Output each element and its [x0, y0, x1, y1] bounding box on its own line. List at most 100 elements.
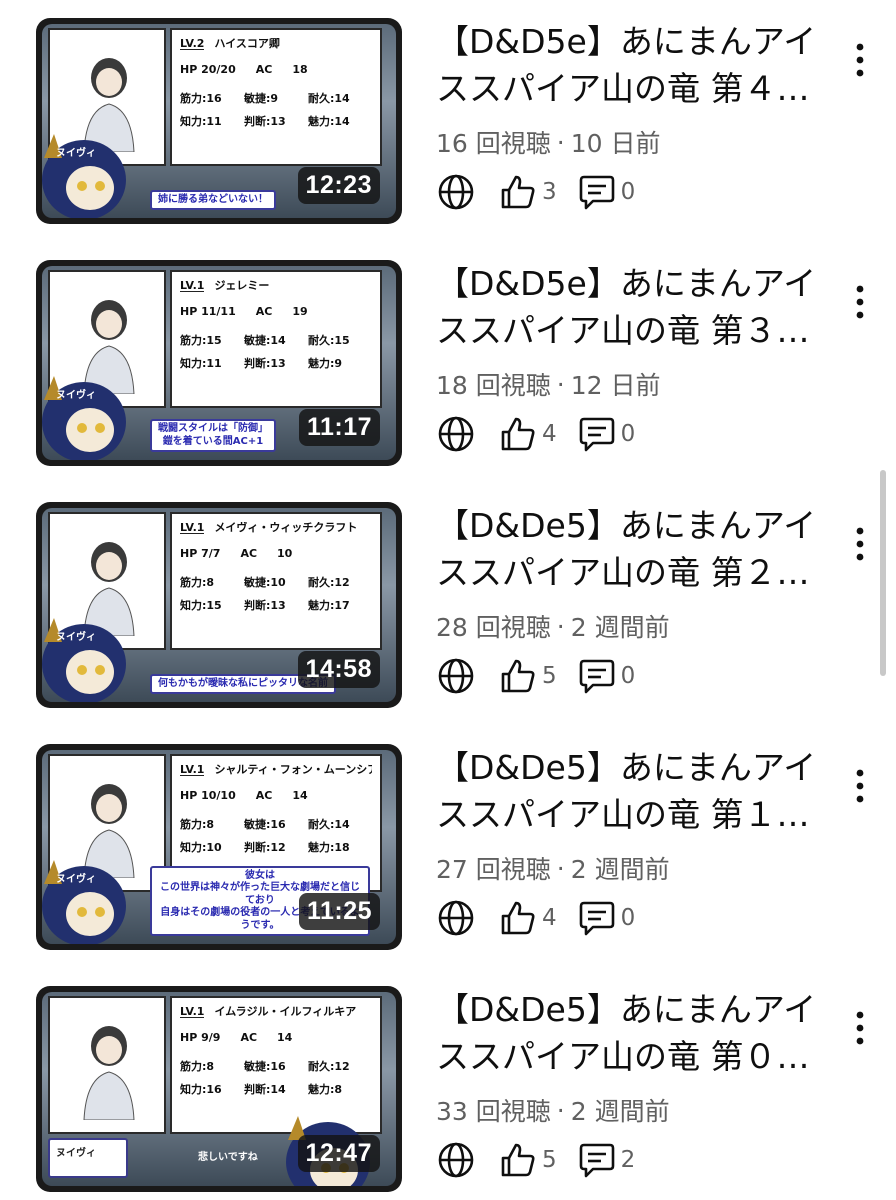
video-item[interactable]: LV.2 ハイスコア卿 HP 20/20 AC 18 筋力:16 敏捷:9 耐久:1…	[0, 18, 896, 260]
video-thumbnail[interactable]: LV.1 イムラジル・イルフィルキア HP 9/9 AC 14 筋力:8 敏捷:1…	[36, 986, 402, 1192]
scrollbar[interactable]	[880, 470, 886, 676]
upload-age: 2 週間前	[570, 855, 670, 884]
video-title[interactable]: 【D&D5e】あにまんアイススパイア山の竜 第４…	[436, 18, 836, 112]
video-meta: 18 回視聴 · 12 日前	[436, 366, 836, 402]
visibility-public[interactable]	[436, 898, 476, 938]
character-ac-label: AC	[240, 547, 258, 560]
comment-count: 2	[620, 1147, 636, 1173]
video-item[interactable]: LV.1 メイヴィ・ウィッチクラフト HP 7/7 AC 10 筋力:8 敏捷:1…	[0, 502, 896, 744]
like-count: 5	[542, 663, 557, 689]
character-stat: 耐久:12	[308, 1060, 350, 1073]
video-actions: 3 0	[436, 172, 635, 212]
thumbs-up-icon	[501, 175, 535, 209]
thumbs-up-icon	[501, 1143, 535, 1177]
character-ac-label: AC	[240, 1031, 258, 1044]
character-stat: 敏捷:14	[244, 334, 286, 347]
comment-count: 0	[620, 179, 636, 205]
visibility-public[interactable]	[436, 172, 476, 212]
more-vertical-icon[interactable]	[848, 766, 872, 806]
thumbs-up-icon	[501, 659, 535, 693]
video-title[interactable]: 【D&D5e】あにまんアイススパイア山の竜 第３…	[436, 260, 836, 354]
character-stat: 筋力:16	[180, 92, 222, 105]
globe-icon	[438, 1142, 474, 1178]
character-hp: HP 11/11	[180, 305, 236, 318]
video-title[interactable]: 【D&De5】あにまんアイススパイア山の竜 第１…	[436, 744, 836, 838]
comment-icon	[579, 659, 614, 694]
character-level: LV.1	[180, 764, 205, 776]
character-stat: 判断:12	[244, 841, 286, 854]
video-info: 【D&De5】あにまんアイススパイア山の竜 第２… 28 回視聴 · 2 週間前…	[436, 502, 836, 694]
comment-button[interactable]: 0	[557, 898, 636, 938]
thumbnail-image: LV.1 シャルティ・フォン・ムーンシアター HP 10/10 AC 14 筋力…	[42, 750, 396, 944]
character-stat: 判断:14	[244, 1083, 286, 1096]
video-meta: 27 回視聴 · 2 週間前	[436, 850, 836, 886]
like-button[interactable]: 5	[476, 1140, 557, 1180]
thumbnail-image: LV.2 ハイスコア卿 HP 20/20 AC 18 筋力:16 敏捷:9 耐久:1…	[42, 24, 396, 218]
character-ac-value: 14	[277, 1031, 293, 1044]
thumbs-up-icon	[501, 901, 535, 935]
video-actions: 5 2	[436, 1140, 635, 1180]
character-stat: 判断:13	[244, 115, 286, 128]
upload-age: 12 日前	[570, 371, 661, 400]
character-ac-value: 10	[277, 547, 293, 560]
character-name: メイヴィ・ウィッチクラフト	[214, 522, 358, 534]
comment-button[interactable]: 0	[557, 414, 635, 454]
like-count: 4	[542, 905, 557, 931]
meta-separator: ·	[556, 853, 565, 883]
character-name: イムラジル・イルフィルキア	[214, 1006, 357, 1018]
video-title[interactable]: 【D&De5】あにまんアイススパイア山の竜 第２…	[436, 502, 836, 596]
view-count: 33 回視聴	[436, 1097, 551, 1126]
mascot-name: ヌイヴィ	[56, 874, 96, 885]
character-ac-value: 18	[292, 63, 308, 76]
comment-count: 0	[620, 663, 636, 689]
mascot-avatar	[42, 134, 126, 218]
comment-button[interactable]: 0	[557, 172, 636, 212]
globe-icon	[438, 174, 474, 210]
mascot-avatar	[42, 860, 126, 944]
character-stat: 魅力:18	[308, 841, 350, 854]
comment-count: 0	[620, 905, 636, 931]
character-ac-value: 14	[292, 789, 308, 802]
character-portrait	[48, 996, 166, 1134]
like-count: 5	[542, 1147, 557, 1173]
mascot-name: ヌイヴィ	[56, 390, 96, 401]
comment-button[interactable]: 2	[557, 1140, 636, 1180]
video-thumbnail[interactable]: LV.1 メイヴィ・ウィッチクラフト HP 7/7 AC 10 筋力:8 敏捷:1…	[36, 502, 402, 708]
video-duration: 12:23	[297, 167, 380, 204]
thumbnail-caption: 悲しいですね	[198, 1151, 258, 1163]
video-actions: 5 0	[436, 656, 635, 696]
more-vertical-icon[interactable]	[848, 524, 872, 564]
visibility-public[interactable]	[436, 414, 476, 454]
video-item[interactable]: LV.1 シャルティ・フォン・ムーンシアター HP 10/10 AC 14 筋力…	[0, 744, 896, 986]
video-item[interactable]: LV.1 ジェレミー HP 11/11 AC 19 筋力:15 敏捷:14 耐久:1…	[0, 260, 896, 502]
character-ac-label: AC	[255, 305, 273, 318]
like-button[interactable]: 4	[476, 414, 557, 454]
character-ac-label: AC	[255, 789, 273, 802]
visibility-public[interactable]	[436, 656, 476, 696]
character-hp: HP 7/7	[180, 547, 221, 560]
thumbs-up-icon	[501, 417, 535, 451]
video-title[interactable]: 【D&De5】あにまんアイススパイア山の竜 第０…	[436, 986, 836, 1080]
more-vertical-icon[interactable]	[848, 1008, 872, 1048]
view-count: 16 回視聴	[436, 129, 551, 158]
like-button[interactable]: 5	[476, 656, 557, 696]
comment-icon	[579, 417, 614, 452]
character-ac-label: AC	[255, 63, 273, 76]
video-duration: 12:47	[297, 1135, 380, 1172]
video-item[interactable]: LV.1 イムラジル・イルフィルキア HP 9/9 AC 14 筋力:8 敏捷:1…	[0, 986, 896, 1200]
like-button[interactable]: 4	[476, 898, 557, 938]
mascot-nametag: ヌイヴィ	[48, 1138, 128, 1178]
video-thumbnail[interactable]: LV.2 ハイスコア卿 HP 20/20 AC 18 筋力:16 敏捷:9 耐久:1…	[36, 18, 402, 224]
video-meta: 33 回視聴 · 2 週間前	[436, 1092, 836, 1128]
comment-button[interactable]: 0	[557, 656, 636, 696]
video-thumbnail[interactable]: LV.1 シャルティ・フォン・ムーンシアター HP 10/10 AC 14 筋力…	[36, 744, 402, 950]
more-vertical-icon[interactable]	[848, 282, 872, 322]
like-button[interactable]: 3	[476, 172, 557, 212]
more-vertical-icon[interactable]	[848, 40, 872, 80]
visibility-public[interactable]	[436, 1140, 476, 1180]
character-sheet: LV.2 ハイスコア卿 HP 20/20 AC 18 筋力:16 敏捷:9 耐久:1…	[170, 28, 382, 166]
video-duration: 14:58	[297, 651, 380, 688]
thumbnail-caption: 姉に勝る弟などいない！	[150, 189, 276, 210]
video-thumbnail[interactable]: LV.1 ジェレミー HP 11/11 AC 19 筋力:15 敏捷:14 耐久:1…	[36, 260, 402, 466]
video-duration: 11:25	[298, 893, 380, 930]
